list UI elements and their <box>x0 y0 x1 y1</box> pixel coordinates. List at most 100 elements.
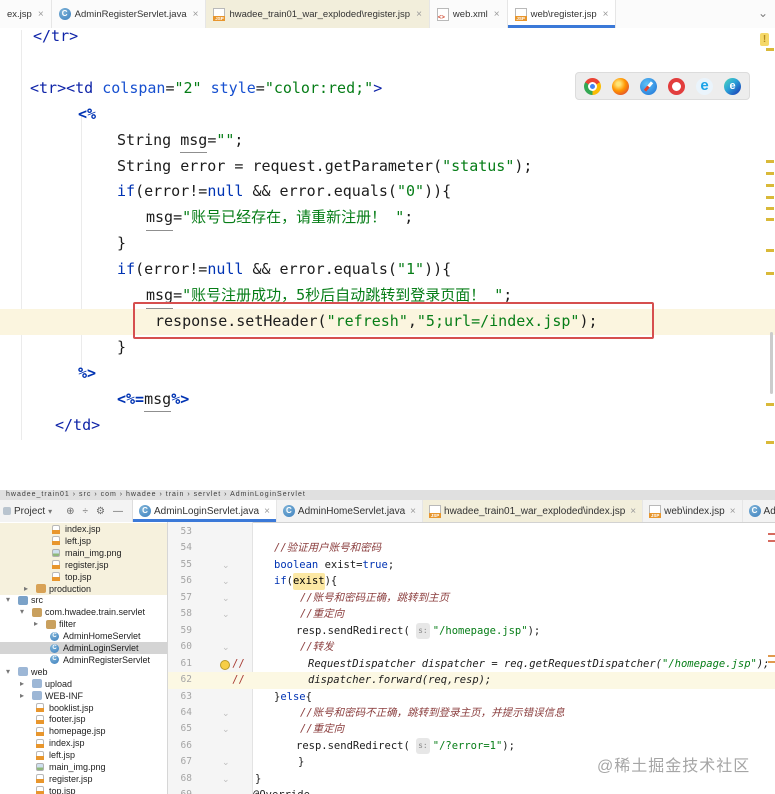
token: if <box>117 260 136 279</box>
stripe-mark[interactable] <box>768 661 775 663</box>
fold-marker-icon[interactable]: ⌄ <box>222 557 230 573</box>
token: //转发 <box>300 641 334 654</box>
token: } <box>298 756 305 769</box>
token: String error = request.getParameter( <box>117 156 443 175</box>
code-line: resp.sendRedirect( s: "/?error=1"); <box>296 737 515 755</box>
stripe-mark[interactable] <box>766 218 774 221</box>
token: s: <box>416 737 430 755</box>
line-number: 60 <box>180 641 192 653</box>
stripe-mark[interactable] <box>768 655 775 657</box>
browser-toolbar: ee <box>575 72 750 100</box>
comment-marker: // <box>232 657 245 670</box>
line-number: 58 <box>180 608 192 620</box>
code-line: } <box>255 771 261 787</box>
fold-marker-icon[interactable]: ⌄ <box>222 705 230 721</box>
token: ){ <box>324 575 338 588</box>
token: && error.equals( <box>243 182 397 201</box>
token: "2" <box>174 78 202 97</box>
token: { <box>305 690 312 703</box>
code-line: boolean exist= true; <box>274 557 394 573</box>
token: "color:red;" <box>264 78 374 97</box>
comment-marker: // <box>232 674 245 687</box>
token: </tr> <box>33 27 79 45</box>
code-line: RequestDispatcher dispatcher = req.getRe… <box>308 656 770 672</box>
annotation-red-box <box>133 302 654 339</box>
scrollbar-thumb[interactable] <box>770 332 773 394</box>
line-number: 57 <box>180 591 192 603</box>
fold-marker-icon[interactable]: ⌄ <box>222 606 230 622</box>
ie-browser-icon[interactable]: e <box>696 77 713 95</box>
token: msg <box>144 387 172 413</box>
code-line: </tr> <box>33 24 78 50</box>
line-number: 67 <box>180 756 192 768</box>
stripe-mark[interactable] <box>768 533 775 535</box>
fold-marker-icon[interactable]: ⌄ <box>222 573 230 589</box>
token: "" <box>216 130 235 149</box>
firefox-browser-icon[interactable] <box>612 77 629 95</box>
stripe-mark[interactable] <box>766 441 774 444</box>
stripe-mark[interactable] <box>768 540 775 542</box>
line-number: 66 <box>180 739 192 751</box>
intention-bulb-icon[interactable] <box>220 659 230 670</box>
token: ); <box>502 739 515 752</box>
chrome-browser-icon[interactable] <box>584 77 601 95</box>
token: } <box>117 234 127 253</box>
stripe-mark[interactable] <box>766 160 774 163</box>
fold-marker-icon[interactable]: ⌄ <box>222 639 230 655</box>
token: = <box>207 130 217 149</box>
token: <%= <box>117 389 145 408</box>
stripe-mark[interactable] <box>766 48 774 51</box>
token: //验证用户账号和密码 <box>274 542 382 555</box>
edge-browser-icon[interactable]: e <box>724 77 741 95</box>
stripe-mark[interactable] <box>766 249 774 252</box>
stripe-mark[interactable] <box>766 172 774 175</box>
line-number: 69 <box>168 787 192 794</box>
fold-marker-icon[interactable]: ⌄ <box>222 771 230 787</box>
fold-marker-icon[interactable]: ⌄ <box>222 590 230 606</box>
code-line: @Override <box>253 787 310 794</box>
token: ; <box>404 208 414 227</box>
screenshot-stage: ex.jsp × C AdminRegisterServlet.java × JSP hwa… <box>0 0 775 794</box>
stripe-mark[interactable] <box>766 207 774 210</box>
inspection-warning-badge[interactable]: ! <box>760 33 769 46</box>
stripe-mark[interactable] <box>766 196 774 199</box>
token: && error.equals( <box>243 260 397 279</box>
token: //重定向 <box>300 723 345 736</box>
opera-browser-icon[interactable] <box>668 77 685 95</box>
token: </td> <box>55 415 101 434</box>
token: <tr><td <box>30 78 103 97</box>
stripe-mark[interactable] <box>766 403 774 406</box>
token: //重定向 <box>300 608 345 621</box>
token: ); <box>756 657 770 670</box>
code-line: if(exist){ <box>274 573 338 590</box>
stripe-mark[interactable] <box>766 272 774 275</box>
code-line: msg = "账号已经存在，请重新注册！ "; <box>146 205 414 232</box>
code-line: String msg = ""; <box>117 128 243 154</box>
token: > <box>373 78 383 97</box>
token: null <box>207 182 244 201</box>
code-line: //账号和密码不正确，跳转到登录主页，并提示错误信息 <box>300 705 565 721</box>
token: else <box>280 690 306 703</box>
code-line: //重定向 <box>300 721 344 737</box>
code-line: } <box>117 335 126 361</box>
fold-marker-icon[interactable]: ⌄ <box>222 754 230 770</box>
token: colspan <box>102 78 166 97</box>
token: } <box>255 772 262 785</box>
token: "/homepage.jsp" <box>662 657 757 670</box>
line-number: 59 <box>180 624 192 636</box>
stripe-mark[interactable] <box>766 184 774 187</box>
code-line: String error = request.getParameter("sta… <box>117 154 532 180</box>
code-line: //转发 <box>300 639 334 655</box>
safari-browser-icon[interactable] <box>640 77 657 95</box>
watermark: @稀土掘金技术社区 <box>597 758 751 775</box>
token: )){ <box>424 182 452 201</box>
fold-marker-icon[interactable]: ⌄ <box>222 721 230 737</box>
token: dispatcher.forward(req,resp); <box>308 674 492 687</box>
bottom-code[interactable]: //验证用户账号和密码 boolean exist= true; if(exist){… <box>0 490 775 794</box>
code-line: if (error!= null && error.equals("1")){ <box>117 257 451 283</box>
code-line: //验证用户账号和密码 <box>274 540 381 556</box>
token: null <box>207 260 244 279</box>
token: msg <box>180 128 208 154</box>
line-number: 62 <box>180 674 192 686</box>
token: = <box>173 208 183 227</box>
